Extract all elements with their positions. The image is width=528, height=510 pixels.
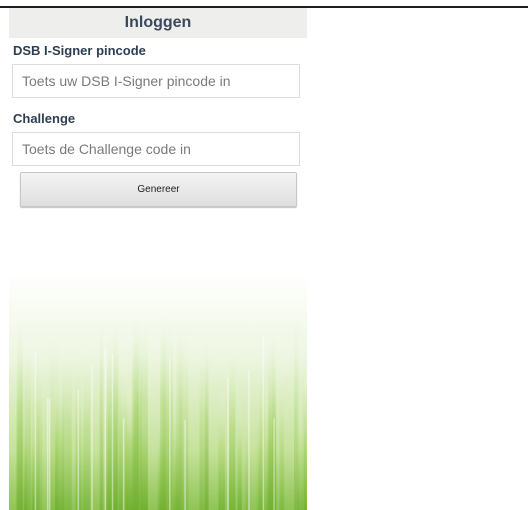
grass-highlight	[91, 364, 93, 510]
grass-illustration	[9, 273, 307, 510]
grass-blade	[62, 334, 72, 510]
app-screen: Inloggen DSB I-Signer pincode Challenge …	[9, 8, 307, 510]
grass-blade	[162, 297, 173, 510]
grass-blade	[205, 320, 209, 510]
grass-highlight	[46, 398, 49, 510]
grass-blade	[24, 326, 31, 510]
page-title: Inloggen	[124, 14, 192, 31]
grass-blade	[125, 383, 134, 510]
grass-blade	[119, 349, 122, 510]
grass-highlight	[48, 398, 51, 510]
challenge-input[interactable]	[12, 132, 300, 166]
challenge-label: Challenge	[13, 111, 76, 126]
grass-highlight	[248, 370, 250, 510]
grass-blade	[99, 296, 104, 510]
grass-highlight	[273, 418, 275, 510]
generate-button[interactable]: Genereer	[20, 172, 297, 207]
grass-blade	[134, 307, 142, 510]
grass-highlight	[111, 353, 114, 510]
grass-background-image	[9, 273, 307, 510]
grass-blade	[83, 341, 91, 510]
grass-blade	[218, 387, 225, 510]
grass-blade	[105, 345, 117, 510]
grass-highlight	[184, 419, 186, 510]
grass-blade	[115, 320, 118, 510]
grass-blade	[297, 399, 304, 510]
pincode-input[interactable]	[12, 64, 300, 98]
grass-blade	[279, 364, 285, 510]
grass-highlight	[227, 377, 229, 510]
grass-blade	[173, 401, 180, 510]
grass-blade	[141, 398, 148, 510]
grass-highlight	[122, 418, 125, 510]
grass-highlight	[104, 347, 107, 510]
grass-blade	[256, 394, 264, 510]
grass-highlight	[169, 358, 171, 510]
grass-highlight	[34, 351, 37, 510]
grass-blade	[245, 400, 249, 510]
grass-blade	[229, 333, 236, 510]
grass-highlight	[77, 389, 79, 510]
grass-blade	[237, 396, 242, 510]
pincode-label: DSB I-Signer pincode	[13, 43, 146, 58]
title-bar: Inloggen	[9, 8, 307, 38]
grass-blade	[31, 409, 38, 510]
grass-blade	[17, 300, 23, 510]
grass-highlight	[262, 335, 265, 510]
grass-blade	[54, 374, 63, 510]
grass-blade	[304, 369, 307, 510]
